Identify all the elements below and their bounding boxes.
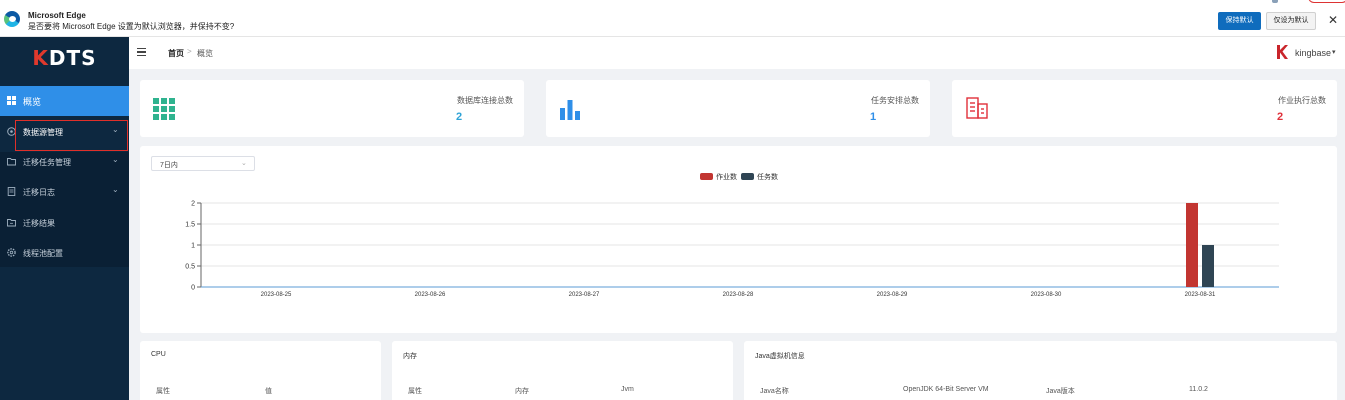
memory-panel: 内存 属性 内存 Jvm: [392, 341, 733, 400]
y-tick-label: 0.5: [185, 264, 195, 271]
column-header: 属性: [408, 388, 422, 395]
sidebar-item-migration-logs[interactable]: 迁移日志 ⌄: [0, 177, 129, 207]
column-header: Jvm: [621, 386, 634, 393]
stat-label: 任务安排总数: [871, 96, 919, 105]
user-name[interactable]: kingbase: [1295, 48, 1331, 58]
sidebar-item-label: 迁移日志: [23, 188, 55, 197]
window-indicator: [1272, 0, 1278, 3]
logo-k-mark: K: [32, 46, 49, 70]
stat-label: 数据库连接总数: [457, 96, 513, 105]
stat-value: 2: [1277, 111, 1284, 123]
x-tick-label: 2023-08-25: [261, 292, 292, 298]
grid-icon: [153, 98, 175, 120]
y-tick-label: 0: [191, 285, 195, 292]
edge-bar-title: Microsoft Edge: [28, 11, 86, 20]
kingbase-logo-icon: [1277, 45, 1288, 59]
sidebar-item-label: 线程池配置: [23, 249, 63, 258]
panel-title: CPU: [151, 351, 166, 358]
folder-icon: [7, 158, 16, 166]
stat-card-job-executions: 作业执行总数 2: [952, 80, 1337, 137]
chart-card: 7日内 ⌄ 作业数 任务数 0 0.5 1 1.5 2 2023-08-25 2023-08…: [140, 146, 1337, 333]
panel-title: 内存: [403, 353, 417, 360]
column-header: 内存: [515, 388, 529, 395]
close-icon[interactable]: ✕: [1328, 13, 1338, 27]
keep-default-button[interactable]: 保持默认: [1218, 12, 1261, 30]
y-tick-label: 2: [191, 201, 195, 208]
building-icon: [966, 97, 988, 119]
edge-notification-bar: Microsoft Edge 是否要将 Microsoft Edge 设置为默认…: [0, 0, 1345, 37]
cpu-panel: CPU 属性 值: [140, 341, 381, 400]
sidebar-item-label: 迁移任务管理: [23, 158, 71, 167]
x-tick-label: 2023-08-26: [415, 292, 446, 298]
sidebar-item-label: 迁移结果: [23, 219, 55, 228]
stat-label: 作业执行总数: [1278, 96, 1326, 105]
x-tick-label: 2023-08-27: [569, 292, 600, 298]
caret-down-icon[interactable]: ▾: [1332, 48, 1336, 56]
breadcrumb-home[interactable]: 首页: [168, 48, 184, 59]
x-tick-label: 2023-08-29: [877, 292, 908, 298]
stat-card-db-connections: 数据库连接总数 2: [140, 80, 524, 137]
grid-icon: [7, 96, 16, 105]
sidebar-item-migration-tasks[interactable]: 迁移任务管理 ⌄: [0, 147, 129, 177]
sidebar-item-label: 概览: [23, 97, 42, 107]
sidebar-item-overview[interactable]: 概览: [0, 86, 129, 116]
window-corner-outline: [1308, 0, 1345, 3]
bar-jobs: [1186, 203, 1198, 287]
bar-tasks: [1202, 245, 1214, 287]
sidebar-item-threadpool-config[interactable]: 线程池配置: [0, 238, 129, 268]
app-logo[interactable]: KDTS: [0, 37, 129, 86]
column-header: 属性: [156, 388, 170, 395]
gear-icon: [7, 248, 16, 257]
panel-title: Java虚拟机信息: [755, 353, 805, 360]
y-tick-label: 1: [191, 243, 195, 250]
edge-bar-message: 是否要将 Microsoft Edge 设置为默认浏览器，并保持不变?: [28, 22, 235, 31]
y-tick-label: 1.5: [185, 222, 195, 229]
jvm-version-value: 11.0.2: [1189, 386, 1208, 393]
breadcrumb-current: 概览: [197, 49, 213, 58]
result-folder-icon: [7, 219, 16, 227]
top-header: 首页 > 概览 kingbase ▾: [129, 37, 1345, 69]
jvm-name-value: OpenJDK 64-Bit Server VM: [903, 386, 989, 393]
only-set-default-button[interactable]: 仅设为默认: [1266, 12, 1316, 30]
stat-value: 1: [870, 111, 877, 123]
column-header: 值: [265, 388, 272, 395]
bar-chart-icon: [560, 100, 580, 120]
x-tick-label: 2023-08-31: [1185, 292, 1216, 298]
sidebar-item-migration-results[interactable]: 迁移结果: [0, 208, 129, 238]
stat-card-task-schedules: 任务安排总数 1: [546, 80, 930, 137]
chevron-down-icon: ⌄: [112, 155, 119, 164]
jvm-panel: Java虚拟机信息 Java名称 OpenJDK 64-Bit Server V…: [744, 341, 1337, 400]
chevron-down-icon: ⌄: [112, 185, 119, 194]
x-tick-label: 2023-08-28: [723, 292, 754, 298]
stat-value: 2: [456, 111, 463, 123]
x-tick-label: 2023-08-30: [1031, 292, 1062, 298]
sidebar: KDTS 概览 数据源管理 ⌄ 迁移任务管理 ⌄ 迁移日志 ⌄ 迁移结果 线程池…: [0, 37, 129, 400]
document-icon: [7, 187, 16, 196]
jvm-name-label: Java名称: [760, 388, 789, 395]
jvm-version-label: Java版本: [1046, 388, 1075, 395]
menu-toggle-icon[interactable]: [137, 48, 146, 56]
breadcrumb-separator: >: [187, 47, 192, 56]
edge-logo-icon: [4, 11, 20, 27]
bar-chart: 0 0.5 1 1.5 2 2023-08-25 2023-08-26 2023-08-27 2…: [185, 201, 1279, 298]
logo-text: DTS: [48, 46, 97, 70]
